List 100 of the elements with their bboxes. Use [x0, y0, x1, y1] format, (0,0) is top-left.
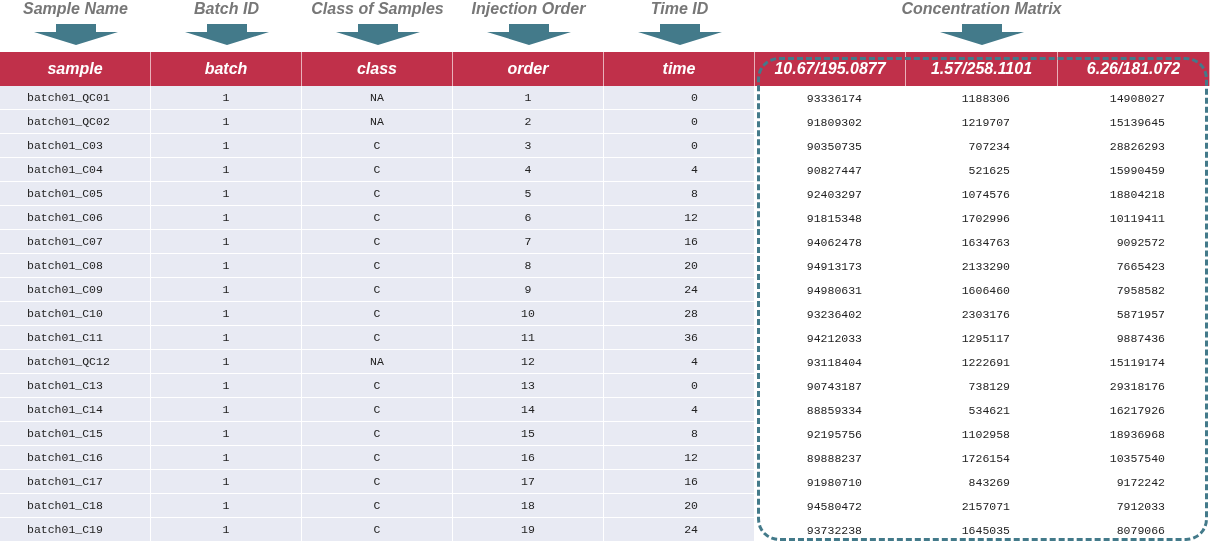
- table-cell: 1: [151, 494, 302, 518]
- table-cell: 1: [151, 302, 302, 326]
- table-cell: 24: [604, 518, 755, 542]
- column-header: 6.26/181.072: [1058, 52, 1210, 86]
- table-cell: 36: [604, 326, 755, 350]
- table-cell: 0: [604, 374, 755, 398]
- table-cell: 19: [453, 518, 604, 542]
- table-cell: batch01_C09: [0, 278, 151, 302]
- table-cell: 1: [151, 518, 302, 542]
- table-cell: 4: [604, 398, 755, 422]
- table-cell: 1: [151, 326, 302, 350]
- table-cell: 1: [151, 182, 302, 206]
- table-cell: batch01_QC01: [0, 86, 151, 110]
- column-header: batch: [151, 52, 302, 86]
- down-arrow-icon: [637, 24, 722, 45]
- table-cell: C: [302, 398, 453, 422]
- table-cell: batch01_C05: [0, 182, 151, 206]
- table-cell: 14: [453, 398, 604, 422]
- table-cell: 1: [151, 278, 302, 302]
- table-cell: 12: [604, 446, 755, 470]
- table-cell: 0: [604, 86, 755, 110]
- table-cell: 1: [151, 86, 302, 110]
- annotation-label: Time ID: [650, 0, 709, 17]
- table-cell: 10: [453, 302, 604, 326]
- column-header: 1.57/258.1101: [906, 52, 1058, 86]
- annotation-label: Injection Order: [471, 0, 586, 17]
- table-cell: batch01_C13: [0, 374, 151, 398]
- table-cell: 16: [604, 230, 755, 254]
- table-cell: batch01_QC02: [0, 110, 151, 134]
- table-cell: C: [302, 254, 453, 278]
- table-cell: 1: [151, 446, 302, 470]
- table-cell: 1: [151, 398, 302, 422]
- table-cell: 8: [453, 254, 604, 278]
- table-cell: C: [302, 422, 453, 446]
- table-cell: 1: [151, 134, 302, 158]
- table-cell: 2: [453, 110, 604, 134]
- down-arrow-icon: [184, 24, 269, 45]
- table-cell: C: [302, 374, 453, 398]
- table-cell: 6: [453, 206, 604, 230]
- table-cell: batch01_C15: [0, 422, 151, 446]
- table-cell: 1: [151, 110, 302, 134]
- table-cell: 20: [604, 494, 755, 518]
- column-header: time: [604, 52, 755, 86]
- table-cell: C: [302, 494, 453, 518]
- table-cell: 1: [151, 206, 302, 230]
- down-arrow-icon: [33, 24, 118, 45]
- table-cell: C: [302, 134, 453, 158]
- annotation-label: Batch ID: [194, 0, 259, 17]
- table-cell: 4: [453, 158, 604, 182]
- table-cell: batch01_C08: [0, 254, 151, 278]
- table-cell: batch01_C18: [0, 494, 151, 518]
- table-cell: batch01_C03: [0, 134, 151, 158]
- table-cell: 0: [604, 110, 755, 134]
- table-cell: C: [302, 518, 453, 542]
- table-cell: 13: [453, 374, 604, 398]
- table-cell: C: [302, 182, 453, 206]
- table-cell: batch01_C07: [0, 230, 151, 254]
- table-cell: 16: [453, 446, 604, 470]
- table-cell: NA: [302, 86, 453, 110]
- table-cell: 1: [151, 230, 302, 254]
- table-cell: batch01_C06: [0, 206, 151, 230]
- annotation-label: Class of Samples: [311, 0, 444, 17]
- table-cell: batch01_C11: [0, 326, 151, 350]
- table-cell: batch01_C14: [0, 398, 151, 422]
- table-cell: 1: [151, 254, 302, 278]
- table-cell: 20: [604, 254, 755, 278]
- table-cell: batch01_C04: [0, 158, 151, 182]
- table-cell: 9: [453, 278, 604, 302]
- table-cell: 1: [151, 158, 302, 182]
- table-cell: 15: [453, 422, 604, 446]
- column-header: class: [302, 52, 453, 86]
- table-cell: batch01_QC12: [0, 350, 151, 374]
- column-header: sample: [0, 52, 151, 86]
- table-cell: 1: [453, 86, 604, 110]
- column-header: order: [453, 52, 604, 86]
- down-arrow-icon: [486, 24, 571, 45]
- table-cell: C: [302, 326, 453, 350]
- down-arrow-icon: [939, 24, 1024, 45]
- table-cell: 11: [453, 326, 604, 350]
- table-cell: C: [302, 158, 453, 182]
- table-cell: NA: [302, 110, 453, 134]
- table-cell: NA: [302, 350, 453, 374]
- table-cell: 0: [604, 134, 755, 158]
- table-cell: 4: [604, 350, 755, 374]
- table-cell: 17: [453, 470, 604, 494]
- table-cell: 3: [453, 134, 604, 158]
- table-cell: C: [302, 302, 453, 326]
- down-arrow-icon: [335, 24, 420, 45]
- table-cell: 1: [151, 350, 302, 374]
- annotation-label: Concentration Matrix: [901, 0, 1062, 17]
- table-cell: 12: [604, 206, 755, 230]
- table-cell: C: [302, 206, 453, 230]
- table-cell: 8: [604, 422, 755, 446]
- table-cell: batch01_C16: [0, 446, 151, 470]
- table-cell: C: [302, 230, 453, 254]
- table-cell: 12: [453, 350, 604, 374]
- table-cell: 1: [151, 470, 302, 494]
- table-cell: 5: [453, 182, 604, 206]
- table-cell: 1: [151, 374, 302, 398]
- table-cell: batch01_C17: [0, 470, 151, 494]
